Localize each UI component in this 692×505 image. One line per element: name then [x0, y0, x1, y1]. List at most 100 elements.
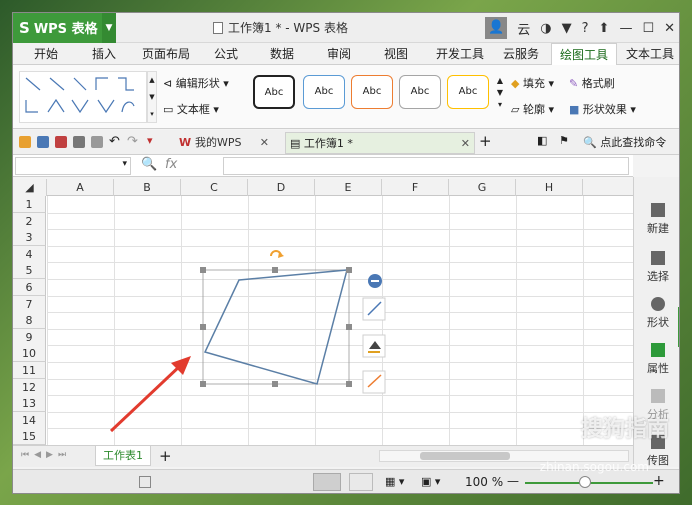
upload-icon[interactable]: ⬆: [599, 21, 610, 36]
row-header[interactable]: 14: [13, 411, 46, 429]
format-painter-button[interactable]: ✎ 格式刷: [569, 75, 615, 91]
row-header[interactable]: 11: [13, 362, 46, 379]
row-header[interactable]: 3: [13, 229, 46, 247]
flag-icon[interactable]: ⚑: [559, 134, 569, 147]
tab-page-layout[interactable]: 页面布局: [135, 43, 197, 65]
shape-style-1[interactable]: Abc: [253, 75, 295, 109]
app-menu-button[interactable]: S WPS 表格 ▼: [13, 13, 116, 43]
row-header[interactable]: 13: [13, 395, 46, 413]
column-gridline: [516, 196, 517, 445]
tab-developer[interactable]: 开发工具: [429, 43, 491, 65]
sheet-tab-1[interactable]: 工作表1: [95, 446, 151, 466]
tab-home[interactable]: 开始: [25, 43, 67, 65]
row-header[interactable]: 2: [13, 212, 46, 230]
page-break-view-button[interactable]: [349, 473, 373, 491]
tab-view[interactable]: 视图: [375, 43, 417, 65]
row-gridline: [47, 279, 633, 280]
row-header[interactable]: 6: [13, 279, 46, 296]
tab-review[interactable]: 审阅: [318, 43, 360, 65]
zoom-in-button[interactable]: +: [653, 473, 665, 489]
name-box[interactable]: ▾: [15, 157, 131, 175]
row-header[interactable]: 5: [13, 262, 46, 280]
row-header[interactable]: 1: [13, 196, 46, 213]
macro-icon[interactable]: [139, 476, 151, 488]
doc-tab-active[interactable]: ▤ 工作簿1 * ✕: [285, 132, 475, 154]
print-icon[interactable]: [73, 136, 85, 148]
minimize-button[interactable]: —: [619, 21, 632, 36]
zoom-out-button[interactable]: —: [507, 474, 519, 488]
tab-data[interactable]: 数据: [261, 43, 303, 65]
shape-style-5[interactable]: Abc: [447, 75, 489, 109]
reading-mode-button[interactable]: ▦ ▾: [385, 475, 404, 488]
row-header[interactable]: 7: [13, 295, 46, 313]
select-all-corner[interactable]: ◢: [13, 179, 47, 196]
column-g[interactable]: G: [449, 179, 516, 196]
column-h[interactable]: H: [516, 179, 583, 196]
redo-icon[interactable]: ↷: [127, 134, 138, 149]
row-header[interactable]: 12: [13, 378, 46, 396]
tab-insert[interactable]: 插入: [83, 43, 125, 65]
close-icon[interactable]: ✕: [461, 133, 470, 155]
shape-style-2[interactable]: Abc: [303, 75, 345, 109]
column-c[interactable]: C: [181, 179, 248, 196]
column-a[interactable]: A: [47, 179, 114, 196]
shape-style-3[interactable]: Abc: [351, 75, 393, 109]
outline-button[interactable]: ▱ 轮廓 ▾: [511, 101, 554, 117]
fill-button[interactable]: ◆ 填充 ▾: [511, 75, 554, 91]
row-header[interactable]: 8: [13, 312, 46, 330]
undo-icon[interactable]: ↶: [109, 134, 120, 149]
close-icon[interactable]: ✕: [260, 132, 269, 154]
row-header[interactable]: 10: [13, 345, 46, 363]
formula-input[interactable]: [223, 157, 629, 175]
zoom-search-icon[interactable]: 🔍: [141, 157, 157, 172]
export-pdf-icon[interactable]: [55, 136, 67, 148]
tab-formula[interactable]: 公式: [205, 43, 247, 65]
save-icon[interactable]: [37, 136, 49, 148]
row-header[interactable]: 15: [13, 428, 46, 445]
new-tab-button[interactable]: +: [479, 132, 492, 150]
panel-collapse-handle[interactable]: [678, 307, 679, 347]
tab-drawing-tools[interactable]: 绘图工具: [551, 43, 617, 65]
column-b[interactable]: B: [114, 179, 181, 196]
column-f[interactable]: F: [382, 179, 449, 196]
hscroll-thumb[interactable]: [420, 452, 510, 460]
help-icon[interactable]: ?: [582, 21, 589, 36]
add-sheet-button[interactable]: +: [159, 447, 172, 465]
zoom-slider-thumb[interactable]: [579, 476, 591, 488]
protect-button[interactable]: ▣ ▾: [421, 475, 440, 488]
row-header[interactable]: 9: [13, 328, 46, 346]
line-shapes-gallery[interactable]: [19, 71, 147, 123]
open-icon[interactable]: [19, 136, 31, 148]
column-d[interactable]: D: [248, 179, 315, 196]
normal-view-button[interactable]: [313, 473, 341, 491]
skin-icon[interactable]: ◑: [540, 21, 551, 36]
row-header[interactable]: 4: [13, 245, 46, 263]
collab-icon[interactable]: ◧: [537, 134, 547, 147]
search-command[interactable]: 🔍 点此查找命令: [583, 134, 666, 150]
spreadsheet-grid[interactable]: ◢ A B C D E F G H 1 2 3 4 5 6 7 8 9 10 11 12 13 14 15: [13, 179, 633, 445]
close-button[interactable]: ✕: [664, 21, 675, 36]
column-e[interactable]: E: [315, 179, 382, 196]
avatar[interactable]: 👤: [485, 17, 508, 39]
zoom-value[interactable]: 100 %: [465, 475, 503, 489]
print-preview-icon[interactable]: [91, 136, 103, 148]
mywps-tab[interactable]: W 我的WPS ✕: [175, 132, 273, 154]
tab-text-tools[interactable]: 文本工具: [619, 43, 679, 65]
tab-cloud[interactable]: 云服务: [495, 43, 547, 65]
panel-shape[interactable]: 形状: [634, 297, 679, 330]
textbox-button[interactable]: ▭ 文本框 ▾: [163, 101, 219, 117]
panel-new[interactable]: 新建: [634, 203, 679, 236]
style-gallery-more[interactable]: ▲ ▼ ▾: [495, 75, 505, 111]
user-name[interactable]: 云: [517, 19, 530, 38]
edit-shape-button[interactable]: ⊲ 编辑形状 ▾: [163, 75, 229, 91]
panel-select[interactable]: 选择: [634, 251, 679, 284]
shirt-icon[interactable]: ▼: [562, 21, 572, 36]
panel-properties[interactable]: 属性: [634, 343, 679, 376]
gallery-scroll[interactable]: ▲ ▼ ▾: [147, 71, 157, 123]
maximize-button[interactable]: ☐: [642, 21, 654, 36]
fx-icon[interactable]: fx: [165, 157, 177, 172]
shape-style-4[interactable]: Abc: [399, 75, 441, 109]
customize-icon[interactable]: ▾: [147, 134, 153, 147]
sheet-nav-arrows[interactable]: ⏮◀▶⏭: [21, 450, 71, 460]
shape-effect-button[interactable]: ■ 形状效果 ▾: [569, 101, 636, 117]
